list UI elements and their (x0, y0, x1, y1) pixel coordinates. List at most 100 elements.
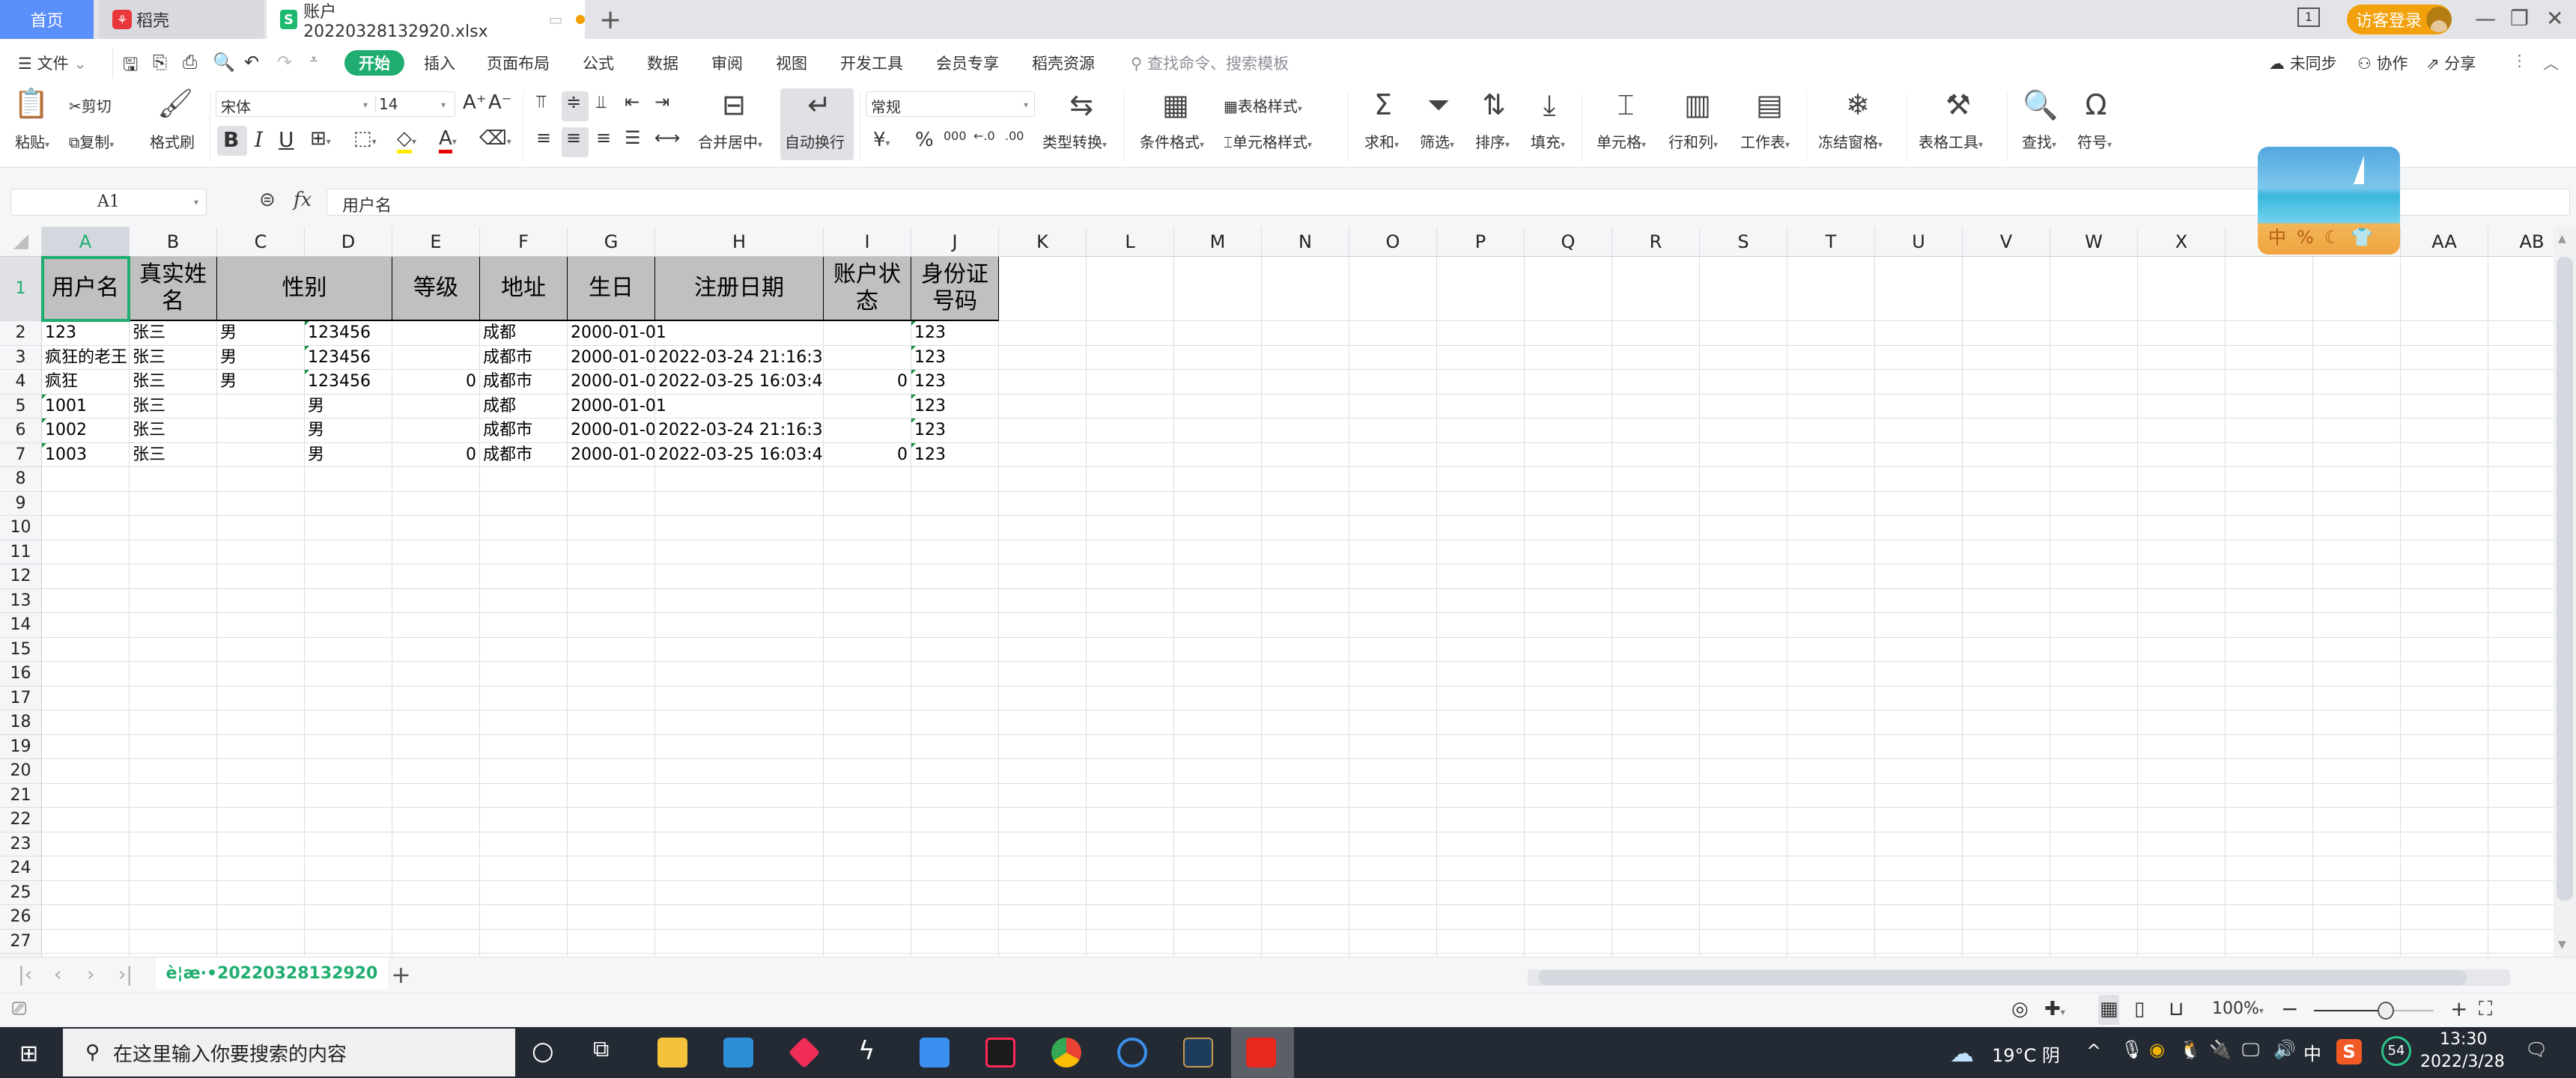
table-cell[interactable]: 疯狂的老王 (42, 345, 130, 370)
grid-cell[interactable] (1437, 929, 1525, 954)
grid-cell[interactable] (2050, 759, 2138, 784)
grid-cell[interactable] (2226, 832, 2313, 856)
grid-cell[interactable] (824, 880, 911, 905)
grid-cell[interactable] (392, 759, 480, 784)
grid-cell[interactable] (568, 880, 655, 905)
grid-cell[interactable] (2138, 516, 2226, 540)
sum-icon[interactable]: Σ (1364, 88, 1402, 121)
grid-cell[interactable] (655, 467, 824, 492)
grid-cell[interactable] (1875, 734, 1963, 759)
grid-cell[interactable] (999, 880, 1087, 905)
undo-icon[interactable]: ↶ (244, 52, 259, 73)
grid-cell[interactable] (217, 467, 305, 492)
grid-cell[interactable] (2488, 346, 2554, 370)
grid-cell[interactable] (1349, 856, 1437, 881)
grid-cell[interactable] (2313, 856, 2401, 881)
grid-cell[interactable] (480, 516, 568, 540)
grid-cell[interactable] (217, 662, 305, 686)
grid-cell[interactable] (2226, 321, 2313, 346)
grid-cell[interactable] (2226, 905, 2313, 930)
grid-cell[interactable] (824, 637, 911, 662)
table-cell[interactable] (824, 345, 911, 370)
grid-cell[interactable] (1087, 783, 1174, 808)
grid-cell[interactable] (2313, 418, 2401, 443)
grid-cell[interactable] (2488, 930, 2554, 954)
grid-cell[interactable] (217, 905, 305, 930)
last-sheet-icon[interactable]: ›| (118, 963, 133, 986)
grid-cell[interactable] (2050, 516, 2138, 540)
grid-cell[interactable] (1700, 394, 1787, 418)
grid-cell[interactable] (2488, 418, 2554, 443)
grid-cell[interactable] (1787, 710, 1875, 735)
grid-cell[interactable] (130, 686, 217, 710)
grid-cell[interactable] (911, 613, 999, 638)
grid-cell[interactable] (1525, 540, 1612, 564)
grid-cell[interactable] (1963, 832, 2050, 856)
grid-cell[interactable] (2050, 662, 2138, 686)
grid-cell[interactable] (1787, 345, 1875, 370)
align-bottom-icon[interactable]: ⫫ (596, 91, 607, 112)
table-cell[interactable]: 0 (392, 370, 480, 395)
grid-cell[interactable] (1349, 710, 1437, 735)
grid-cell[interactable] (1087, 394, 1174, 418)
grid-cell[interactable] (999, 710, 1087, 735)
grid-cell[interactable] (655, 637, 824, 662)
grid-cell[interactable] (42, 686, 130, 710)
grid-cell[interactable] (1349, 540, 1437, 564)
grid-cell[interactable] (42, 929, 130, 954)
grid-cell[interactable] (392, 564, 480, 589)
table-cell[interactable]: 0 (824, 370, 911, 395)
grid-cell[interactable] (655, 662, 824, 686)
grid-cell[interactable] (1349, 345, 1437, 370)
grid-cell[interactable] (1963, 905, 2050, 930)
table-cell[interactable]: 男 (217, 321, 305, 346)
conditional-format-icon[interactable]: ▦ (1153, 88, 1198, 121)
name-box[interactable]: A1 ▾ (10, 189, 207, 216)
grid-cell[interactable] (1875, 588, 1963, 613)
grid-cell[interactable] (2401, 516, 2488, 540)
qq-icon[interactable]: 🐧 (2179, 1039, 2202, 1060)
grid-cell[interactable] (1262, 662, 1349, 686)
grid-cell[interactable] (1174, 418, 1262, 443)
grid-cell[interactable] (1612, 442, 1700, 467)
grid-cell[interactable] (1087, 637, 1174, 662)
page-break-view-icon[interactable]: ⊔ (2169, 998, 2184, 1020)
grid-cell[interactable] (1787, 880, 1875, 905)
grid-cell[interactable] (568, 929, 655, 954)
grid-cell[interactable] (217, 710, 305, 735)
table-cell[interactable]: 疯狂 (42, 370, 130, 395)
grid-cell[interactable] (2050, 370, 2138, 395)
grid-cell[interactable] (1437, 491, 1525, 516)
more-icon[interactable]: ⋮ (2512, 52, 2527, 70)
grid-cell[interactable] (2138, 759, 2226, 784)
grid-cell[interactable] (1174, 394, 1262, 418)
new-tab-button[interactable]: + (599, 4, 622, 35)
table-cell[interactable]: 1001 (42, 394, 130, 418)
grid-cell[interactable] (2313, 540, 2401, 564)
grid-cell[interactable] (1525, 662, 1612, 686)
grid-cell[interactable] (1525, 613, 1612, 638)
grid-cell[interactable] (2138, 905, 2226, 930)
grid-cell[interactable] (655, 880, 824, 905)
grid-cell[interactable] (305, 686, 392, 710)
grid-cell[interactable] (1700, 257, 1787, 321)
grid-cell[interactable] (1262, 783, 1349, 808)
grid-cell[interactable] (2226, 467, 2313, 492)
grid-cell[interactable] (1262, 734, 1349, 759)
column-header[interactable]: I (824, 227, 911, 257)
grid-cell[interactable] (2226, 491, 2313, 516)
grid-cell[interactable] (2138, 734, 2226, 759)
row-header[interactable]: 20 (0, 759, 42, 784)
grid-cell[interactable] (1525, 880, 1612, 905)
grid-cell[interactable] (480, 564, 568, 589)
decrease-decimal-button[interactable]: .00 (1005, 129, 1024, 143)
grid-cell[interactable] (1612, 662, 1700, 686)
collab-button[interactable]: ⚇ 协作 (2357, 52, 2408, 74)
grid-cell[interactable] (1700, 710, 1787, 735)
grid-cell[interactable] (568, 491, 655, 516)
grid-cell[interactable] (1349, 637, 1437, 662)
grid-cell[interactable] (999, 257, 1087, 321)
row-header[interactable]: 8 (0, 467, 42, 492)
grid-cell[interactable] (2313, 613, 2401, 638)
grid-cell[interactable] (2488, 856, 2554, 881)
